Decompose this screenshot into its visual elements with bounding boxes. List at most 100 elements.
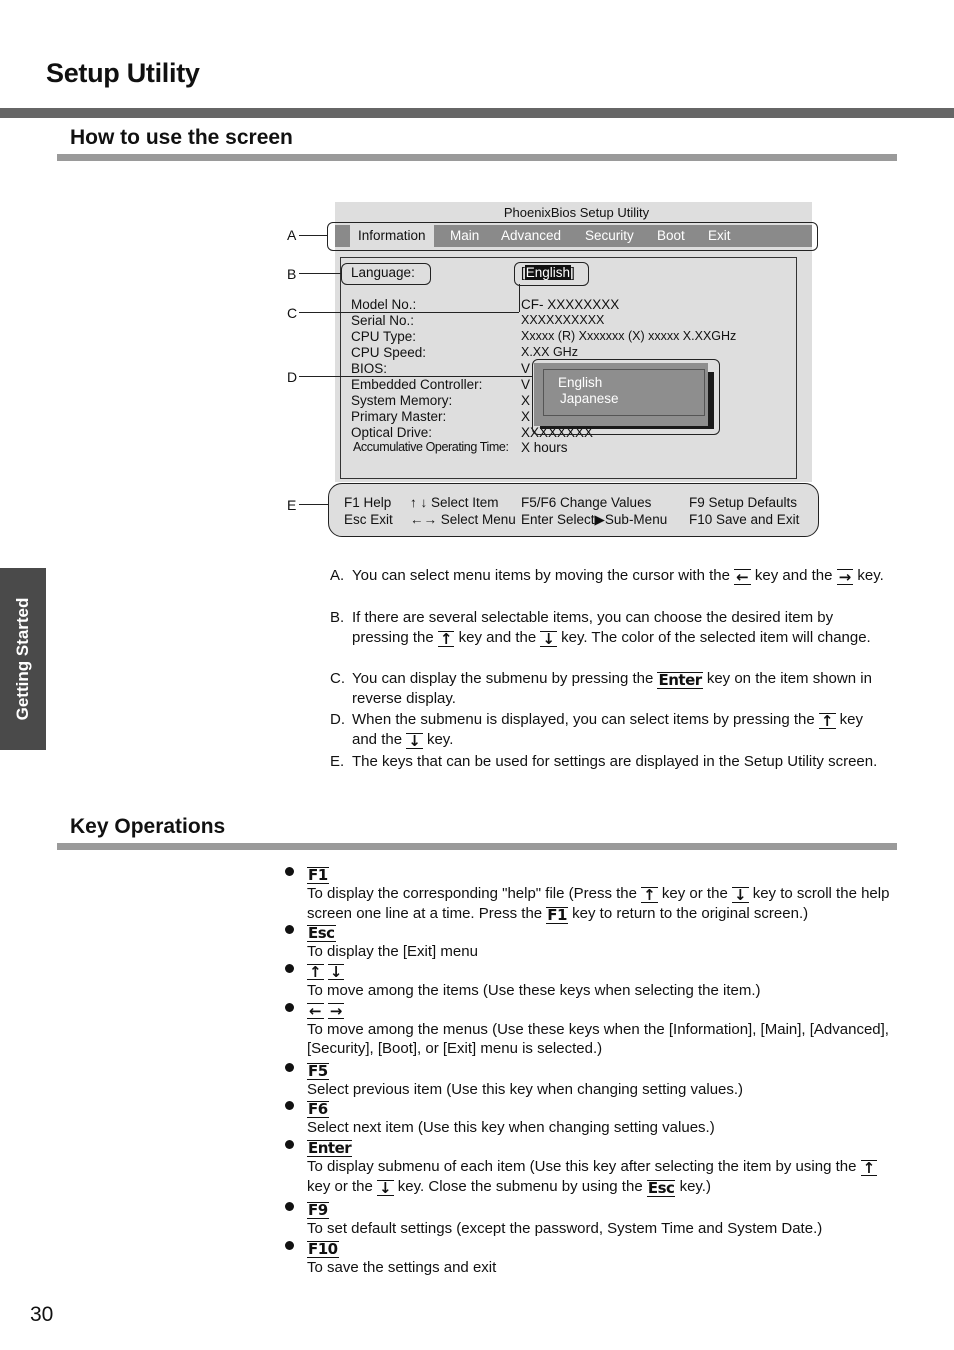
keybar-select-menu: ←→ Select Menu xyxy=(410,512,516,527)
bios-row-value: Xxxxx (R) Xxxxxxx (X) xxxxx X.XXGHz xyxy=(521,329,737,343)
side-tab-getting-started: Getting Started xyxy=(0,568,46,750)
section-divider xyxy=(57,154,897,161)
callout-b: B xyxy=(287,266,297,282)
popup-option-japanese[interactable]: Japanese xyxy=(560,391,619,406)
explanation-text: The keys that can be used for settings a… xyxy=(352,753,878,770)
section-heading-key-operations: Key Operations xyxy=(70,815,226,838)
up-arrow-key-icon: ↑ xyxy=(860,1159,878,1177)
explanation-item: E. The keys that can be used for settings… xyxy=(330,752,890,772)
key-operation-key: Esc xyxy=(307,922,895,942)
bullet-icon xyxy=(285,925,294,934)
bios-row-value: X hours xyxy=(521,440,568,455)
explanation-letter: A. xyxy=(330,567,345,584)
explanation-letter: D. xyxy=(330,711,345,728)
bios-row-value: X.XX GHz xyxy=(521,345,578,359)
key-operation-item: Enter To display submenu of each item (Us… xyxy=(285,1137,895,1197)
key-operation-key: ↑ ↓ xyxy=(307,961,895,981)
f9-key-icon: F9 xyxy=(307,1201,329,1219)
key-operation-item: ↑ ↓ To move among the items (Use these ke… xyxy=(285,961,895,1000)
bios-row-label: Optical Drive: xyxy=(351,425,433,440)
callout-frame-a xyxy=(327,222,818,251)
left-arrow-key-icon: ← xyxy=(307,1002,324,1020)
bios-row-value: X xyxy=(521,393,531,408)
bios-row-value: CF- XXXXXXXX xyxy=(521,297,620,312)
key-operation-item: F1 To display the corresponding "help" fi… xyxy=(285,864,895,924)
page-title: Setup Utility xyxy=(46,58,200,88)
key-operation-item: F10 To save the settings and exit xyxy=(285,1238,895,1278)
key-operation-item: F5 Select previous item (Use this key whe… xyxy=(285,1060,895,1100)
explanation-item: A. You can select menu items by moving th… xyxy=(330,566,890,586)
callout-c: C xyxy=(287,305,298,321)
key-operation-key: F6 xyxy=(307,1098,895,1118)
f1-key-icon: F1 xyxy=(546,905,568,924)
keybar-change-values: F5/F6 Change Values xyxy=(521,495,652,510)
key-operation-key: ← → xyxy=(307,1000,895,1020)
key-operation-key: F10 xyxy=(307,1238,895,1258)
bios-row-label: BIOS: xyxy=(351,361,388,376)
keybar-setup-defaults: F9 Setup Defaults xyxy=(689,495,798,510)
key-operation-key: F9 xyxy=(307,1199,895,1219)
up-arrow-key-icon: ↑ xyxy=(437,629,455,648)
callout-line-c-vertical xyxy=(519,284,520,312)
key-operation-key: Enter xyxy=(307,1137,895,1157)
key-operation-description: To display submenu of each item (Use thi… xyxy=(307,1158,878,1197)
keybar-save-exit: F10 Save and Exit xyxy=(689,512,800,527)
bios-row-label: System Memory: xyxy=(351,393,453,408)
callout-line-b xyxy=(299,273,342,274)
bios-row-label: Primary Master: xyxy=(351,409,447,424)
explanation-letter: E. xyxy=(330,753,345,770)
bullet-icon xyxy=(285,1202,294,1211)
explanation-text: When the submenu is displayed, you can s… xyxy=(352,711,864,750)
explanation-item: D. When the submenu is displayed, you can… xyxy=(330,710,890,749)
f1-key-icon: F1 xyxy=(307,866,329,884)
callout-line-d xyxy=(299,376,533,377)
key-operation-item: Esc To display the [Exit] menu xyxy=(285,922,895,962)
down-arrow-key-icon: ↓ xyxy=(377,1178,394,1197)
bios-row-label: Serial No.: xyxy=(351,313,415,328)
bios-keybar xyxy=(328,483,819,537)
left-arrow-key-icon: ← xyxy=(734,568,751,586)
key-operation-description: To move among the menus (Use these keys … xyxy=(307,1020,889,1058)
f6-key-icon: F6 xyxy=(307,1100,329,1118)
bios-row-value: X xyxy=(521,409,531,424)
key-operation-description: Select previous item (Use this key when … xyxy=(307,1081,744,1098)
section-heading-how-to-use: How to use the screen xyxy=(70,126,293,149)
page-number: 30 xyxy=(30,1303,54,1326)
bullet-icon xyxy=(285,1063,294,1072)
bios-row-value: V xyxy=(521,361,531,376)
down-arrow-key-icon: ↓ xyxy=(406,731,423,750)
bullet-icon xyxy=(285,964,294,973)
down-arrow-key-icon: ↓ xyxy=(731,886,749,904)
key-operation-key: F1 xyxy=(307,864,895,884)
language-label: Language: xyxy=(351,265,415,280)
up-arrow-key-icon: ↑ xyxy=(818,712,836,730)
explanation-item: B. If there are several selectable items,… xyxy=(330,608,890,647)
bios-row-value: V xyxy=(521,377,531,392)
f10-key-icon: F10 xyxy=(307,1240,339,1258)
key-operation-description: To display the corresponding "help" file… xyxy=(307,885,890,924)
key-operation-item: F6 Select next item (Use this key when ch… xyxy=(285,1098,895,1138)
bios-row-label: CPU Type: xyxy=(351,329,417,344)
keybar-f1-help: F1 Help xyxy=(344,495,392,510)
up-arrow-key-icon: ↑ xyxy=(307,963,324,981)
down-arrow-key-icon: ↓ xyxy=(540,629,557,648)
esc-key-icon: Esc xyxy=(307,924,336,942)
section-divider xyxy=(57,843,897,850)
keybar-submenu: Enter Select▶Sub-Menu xyxy=(521,512,668,527)
side-tab-label: Getting Started xyxy=(13,597,32,721)
explanation-text: You can select menu items by moving the … xyxy=(352,567,884,586)
language-value[interactable]: [English] xyxy=(521,265,575,280)
title-divider xyxy=(0,108,954,118)
bullet-icon xyxy=(285,1003,294,1012)
keybar-select-item: ↑ ↓ Select Item xyxy=(410,495,499,510)
explanation-item: C. You can display the submenu by pressin… xyxy=(330,669,890,709)
callout-line-c xyxy=(299,312,519,313)
keybar-esc-exit: Esc Exit xyxy=(344,512,393,527)
right-arrow-key-icon: → xyxy=(836,568,854,586)
right-arrow-key-icon: → xyxy=(327,1002,345,1020)
up-arrow-key-icon: ↑ xyxy=(641,886,658,904)
key-operation-description: To display the [Exit] menu xyxy=(307,943,478,960)
bios-title: PhoenixBios Setup Utility xyxy=(503,205,650,220)
popup-option-english[interactable]: English xyxy=(558,375,602,390)
explanation-text: If there are several selectable items, y… xyxy=(352,609,871,648)
